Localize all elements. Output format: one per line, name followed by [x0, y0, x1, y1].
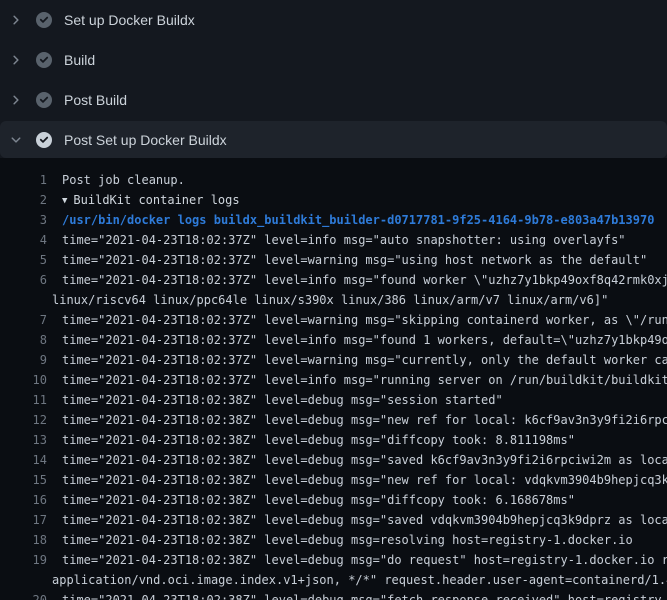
log-line: 12time="2021-04-23T18:02:38Z" level=debu…: [0, 410, 667, 430]
log-text: time="2021-04-23T18:02:38Z" level=debug …: [47, 490, 667, 510]
check-circle-icon: check: [36, 92, 52, 108]
log-line: 14time="2021-04-23T18:02:38Z" level=debu…: [0, 450, 667, 470]
log-text: application/vnd.oci.image.index.v1+json,…: [47, 570, 667, 590]
step-label: Set up Docker Buildx: [64, 12, 195, 28]
log-line: 8time="2021-04-23T18:02:37Z" level=info …: [0, 330, 667, 350]
line-number[interactable]: 16: [0, 490, 47, 510]
line-number[interactable]: 6: [0, 270, 47, 290]
log-text: time="2021-04-23T18:02:38Z" level=debug …: [47, 430, 667, 450]
log-text: time="2021-04-23T18:02:37Z" level=info m…: [47, 270, 667, 290]
step-label: Post Build: [64, 92, 127, 108]
log-line: 6time="2021-04-23T18:02:37Z" level=info …: [0, 270, 667, 290]
log-text[interactable]: ▼ BuildKit container logs: [47, 190, 667, 210]
log-text: time="2021-04-23T18:02:37Z" level=info m…: [47, 370, 667, 390]
log-line: 15time="2021-04-23T18:02:38Z" level=debu…: [0, 470, 667, 490]
group-expand-triangle-icon[interactable]: ▼: [62, 191, 67, 210]
log-text: time="2021-04-23T18:02:38Z" level=debug …: [47, 450, 667, 470]
log-line: 5time="2021-04-23T18:02:37Z" level=warni…: [0, 250, 667, 270]
log-text: Post job cleanup.: [47, 170, 667, 190]
log-text: time="2021-04-23T18:02:37Z" level=info m…: [47, 330, 667, 350]
line-number[interactable]: 4: [0, 230, 47, 250]
line-number[interactable]: 12: [0, 410, 47, 430]
log-text: time="2021-04-23T18:02:37Z" level=warnin…: [47, 250, 667, 270]
line-number[interactable]: 17: [0, 510, 47, 530]
line-number[interactable]: 20: [0, 590, 47, 600]
line-number: [0, 570, 47, 590]
log-line: 11time="2021-04-23T18:02:38Z" level=debu…: [0, 390, 667, 410]
step-list: checkSet up Docker BuildxcheckBuildcheck…: [0, 0, 667, 158]
line-number[interactable]: 1: [0, 170, 47, 190]
step-label: Build: [64, 52, 95, 68]
line-number[interactable]: 18: [0, 530, 47, 550]
log-group-line: 2 ▼ BuildKit container logs: [0, 190, 667, 210]
step-row-build[interactable]: check Build: [0, 40, 667, 80]
log-line: 17time="2021-04-23T18:02:38Z" level=debu…: [0, 510, 667, 530]
log-wrapped-line: linux/riscv64 linux/ppc64le linux/s390x …: [0, 290, 667, 310]
chevron-right-icon[interactable]: [10, 14, 22, 26]
line-number[interactable]: 11: [0, 390, 47, 410]
log-line: 4time="2021-04-23T18:02:37Z" level=info …: [0, 230, 667, 250]
log-text: time="2021-04-23T18:02:38Z" level=debug …: [47, 590, 667, 600]
log-text: linux/riscv64 linux/ppc64le linux/s390x …: [47, 290, 667, 310]
log-text: time="2021-04-23T18:02:38Z" level=debug …: [47, 390, 667, 410]
line-number[interactable]: 7: [0, 310, 47, 330]
chevron-right-icon[interactable]: [10, 54, 22, 66]
line-number[interactable]: 15: [0, 470, 47, 490]
line-number[interactable]: 2: [0, 190, 47, 210]
log-wrapped-line: application/vnd.oci.image.index.v1+json,…: [0, 570, 667, 590]
line-number: [0, 290, 47, 310]
log-text: time="2021-04-23T18:02:37Z" level=warnin…: [47, 350, 667, 370]
line-number[interactable]: 3: [0, 210, 47, 230]
log-line: 19time="2021-04-23T18:02:38Z" level=debu…: [0, 550, 667, 570]
log-command-line: 3/usr/bin/docker logs buildx_buildkit_bu…: [0, 210, 667, 230]
step-row-set-up-docker-buildx[interactable]: check Set up Docker Buildx: [0, 0, 667, 40]
log-line: 13time="2021-04-23T18:02:38Z" level=debu…: [0, 430, 667, 450]
line-number[interactable]: 9: [0, 350, 47, 370]
log-text: time="2021-04-23T18:02:38Z" level=debug …: [47, 530, 667, 550]
log-line: 10time="2021-04-23T18:02:37Z" level=info…: [0, 370, 667, 390]
log-line: 16time="2021-04-23T18:02:38Z" level=debu…: [0, 490, 667, 510]
log-line: 7time="2021-04-23T18:02:37Z" level=warni…: [0, 310, 667, 330]
log-console: 1Post job cleanup.2 ▼ BuildKit container l…: [0, 158, 667, 600]
log-text: time="2021-04-23T18:02:38Z" level=debug …: [47, 550, 667, 570]
log-text: /usr/bin/docker logs buildx_buildkit_bui…: [47, 210, 667, 230]
check-circle-icon: check: [36, 52, 52, 68]
log-line: 1Post job cleanup.: [0, 170, 667, 190]
log-line: 20time="2021-04-23T18:02:38Z" level=debu…: [0, 590, 667, 600]
log-text: time="2021-04-23T18:02:38Z" level=debug …: [47, 470, 667, 490]
line-number[interactable]: 5: [0, 250, 47, 270]
line-number[interactable]: 8: [0, 330, 47, 350]
log-text: time="2021-04-23T18:02:38Z" level=debug …: [47, 410, 667, 430]
check-circle-icon: check: [36, 12, 52, 28]
log-line: 18time="2021-04-23T18:02:38Z" level=debu…: [0, 530, 667, 550]
group-title: BuildKit container logs: [73, 193, 239, 207]
step-row-post-set-up-docker-buildx[interactable]: check Post Set up Docker Buildx: [0, 121, 667, 158]
chevron-right-icon[interactable]: [10, 94, 22, 106]
check-circle-icon: check: [36, 132, 52, 148]
log-text: time="2021-04-23T18:02:37Z" level=info m…: [47, 230, 667, 250]
line-number[interactable]: 10: [0, 370, 47, 390]
log-line: 9time="2021-04-23T18:02:37Z" level=warni…: [0, 350, 667, 370]
step-label: Post Set up Docker Buildx: [64, 132, 227, 148]
log-text: time="2021-04-23T18:02:37Z" level=warnin…: [47, 310, 667, 330]
line-number[interactable]: 13: [0, 430, 47, 450]
chevron-down-icon[interactable]: [10, 134, 22, 146]
log-text: time="2021-04-23T18:02:38Z" level=debug …: [47, 510, 667, 530]
line-number[interactable]: 19: [0, 550, 47, 570]
actions-log-viewer: checkSet up Docker BuildxcheckBuildcheck…: [0, 0, 667, 600]
step-row-post-build[interactable]: check Post Build: [0, 80, 667, 120]
line-number[interactable]: 14: [0, 450, 47, 470]
